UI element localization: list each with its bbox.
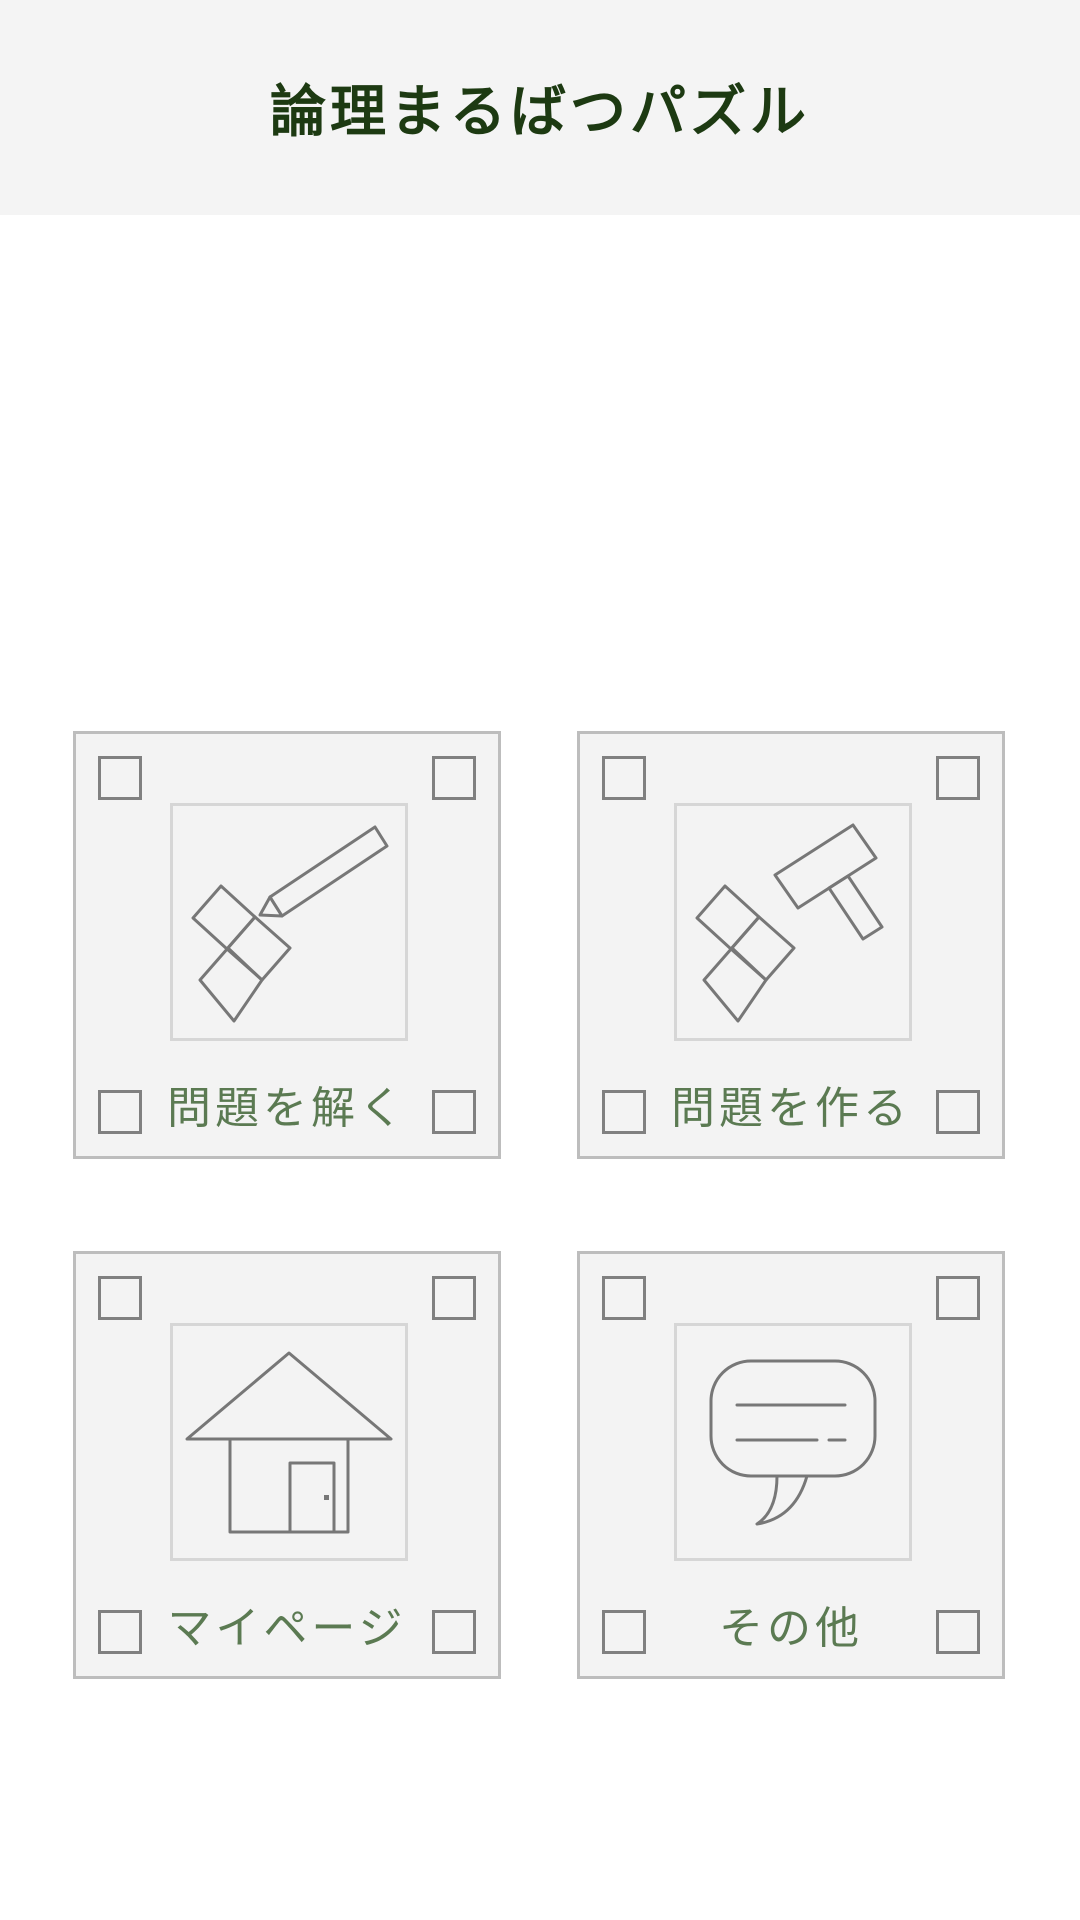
my-page-label: マイページ (167, 1603, 407, 1654)
pencil-blocks-icon (170, 803, 408, 1041)
speech-bubble-icon (674, 1323, 912, 1561)
my-page-button[interactable]: マイページ (73, 1251, 501, 1679)
corner-square-icon (432, 1276, 476, 1320)
corner-square-icon (936, 756, 980, 800)
corner-square-icon (602, 1610, 646, 1654)
create-puzzle-button[interactable]: 問題を作る (577, 731, 1005, 1159)
corner-square-icon (936, 1090, 980, 1134)
corner-square-icon (98, 1090, 142, 1134)
solve-puzzle-label: 問題を解く (167, 1083, 407, 1134)
corner-square-icon (432, 1610, 476, 1654)
other-button[interactable]: その他 (577, 1251, 1005, 1679)
solve-puzzle-button[interactable]: 問題を解く (73, 731, 501, 1159)
corner-square-icon (936, 1610, 980, 1654)
corner-square-icon (432, 756, 476, 800)
corner-square-icon (98, 756, 142, 800)
corner-square-icon (602, 1090, 646, 1134)
other-label: その他 (719, 1603, 863, 1654)
create-puzzle-label: 問題を作る (671, 1083, 911, 1134)
corner-square-icon (602, 756, 646, 800)
corner-square-icon (98, 1276, 142, 1320)
app-header: 論理まるばつパズル (0, 0, 1080, 215)
house-icon (170, 1323, 408, 1561)
corner-square-icon (98, 1610, 142, 1654)
app-title: 論理まるばつパズル (270, 80, 810, 145)
corner-square-icon (936, 1276, 980, 1320)
corner-square-icon (432, 1090, 476, 1134)
hammer-blocks-icon (674, 803, 912, 1041)
corner-square-icon (602, 1276, 646, 1320)
